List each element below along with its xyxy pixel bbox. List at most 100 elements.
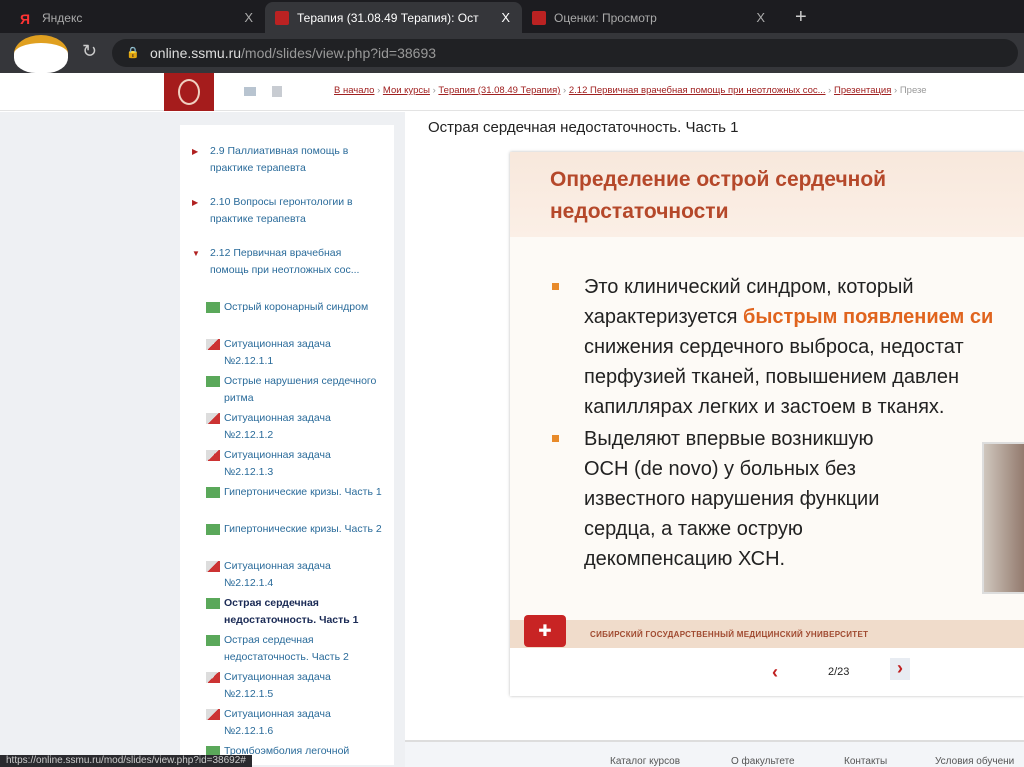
quiz-icon <box>206 709 220 720</box>
quiz-icon <box>206 561 220 572</box>
sidebar-item-label: Ситуационная задача №2.12.1.6 <box>224 708 331 737</box>
caret-down-icon[interactable]: ▼ <box>192 245 200 262</box>
tab-grades[interactable]: Оценки: Просмотр X <box>522 2 777 33</box>
site-icon <box>532 10 546 25</box>
sidebar-item-label: 2.10 Вопросы геронтологии в практике тер… <box>210 196 353 225</box>
calendar-icon[interactable] <box>272 86 282 97</box>
sidebar-item[interactable]: Острая сердечная недостаточность. Часть … <box>192 632 382 666</box>
breadcrumb-link[interactable]: Презентация <box>834 85 891 96</box>
sidebar-item[interactable]: Острые нарушения сердечного ритма <box>192 373 382 407</box>
sidebar-item-label: Ситуационная задача №2.12.1.4 <box>224 560 331 589</box>
quiz-icon <box>206 450 220 461</box>
close-icon[interactable]: X <box>501 10 510 25</box>
sidebar-item[interactable]: Гипертонические кризы. Часть 1 <box>192 484 382 501</box>
new-tab-button[interactable]: + <box>785 2 817 33</box>
page-title: Острая сердечная недостаточность. Часть … <box>428 119 739 136</box>
prev-slide-button[interactable]: ‹ <box>772 662 778 683</box>
footer-link-catalog[interactable]: Каталог курсов <box>610 756 680 767</box>
mail-icon[interactable] <box>244 87 256 96</box>
breadcrumb-link[interactable]: 2.12 Первичная врачебная помощь при неот… <box>569 85 826 96</box>
url-host: online.ssmu.ru <box>150 45 242 61</box>
reload-icon[interactable]: ↻ <box>82 41 97 62</box>
sidebar-item-label: Острая сердечная недостаточность. Часть … <box>224 597 359 626</box>
slides-icon <box>206 487 220 498</box>
slide-text: известного нарушения функции <box>584 488 880 510</box>
slide-text-part: характеризуется <box>584 306 743 328</box>
breadcrumb-current: Презе <box>899 85 927 96</box>
slide-text: Выделяют впервые возникшую <box>584 428 874 450</box>
bullet-icon <box>552 435 559 442</box>
slide-heading: недостаточности <box>550 200 729 223</box>
slide-pager: ‹ 2/23 › <box>510 648 1024 696</box>
slides-icon <box>206 598 220 609</box>
close-icon[interactable]: X <box>756 10 765 25</box>
tab-bar: Я Яндекс X Терапия (31.08.49 Терапия): Ост… <box>0 0 1024 33</box>
footer-link-contacts[interactable]: Контакты <box>844 756 887 767</box>
slides-icon <box>206 524 220 535</box>
sidebar-item-label: Ситуационная задача №2.12.1.3 <box>224 449 331 478</box>
page: В начало › Мои курсы › Терапия (31.08.49… <box>0 73 1024 767</box>
sidebar-item[interactable]: Острый коронарный синдром <box>192 299 382 316</box>
sidebar-item-label: Гипертонические кризы. Часть 2 <box>224 523 382 535</box>
slide-highlight: перфузией тканей, повышением давлен <box>584 366 959 388</box>
slides-icon <box>206 302 220 313</box>
slides-icon <box>206 376 220 387</box>
sidebar-item[interactable]: ▼ 2.12 Первичная врачебная помощь при нео… <box>192 245 382 279</box>
quiz-icon <box>206 672 220 683</box>
sidebar-item[interactable]: Острая сердечная недостаточность. Часть … <box>192 595 382 629</box>
url-path: /mod/slides/view.php?id=38693 <box>241 45 437 61</box>
sidebar-item-label: Острые нарушения сердечного ритма <box>224 375 377 404</box>
caret-right-icon[interactable]: ▶ <box>192 143 198 160</box>
sidebar-item-label: 2.9 Паллиативная помощь в практике терап… <box>210 145 349 174</box>
tab-therapy[interactable]: Терапия (31.08.49 Терапия): Ост X <box>265 2 522 33</box>
slide-header: Определение острой сердечной недостаточно… <box>510 152 1024 237</box>
sidebar-item[interactable]: ▶ 2.10 Вопросы геронтологии в практике те… <box>192 194 382 228</box>
slide-footer: СИБИРСКИЙ ГОСУДАРСТВЕННЫЙ МЕДИЦИНСКИЙ УН… <box>510 620 1024 648</box>
footer-link-about[interactable]: О факультете <box>731 756 795 767</box>
address-bar: ↻ 🔒 online.ssmu.ru/mod/slides/view.php?id… <box>0 33 1024 73</box>
quiz-icon <box>206 413 220 424</box>
breadcrumb-link[interactable]: В начало <box>334 85 374 96</box>
slide-highlight: снижения сердечного выброса, недостат <box>584 336 964 358</box>
sidebar-item[interactable]: Ситуационная задача №2.12.1.3 <box>192 447 382 481</box>
sidebar-item-label: Острая сердечная недостаточность. Часть … <box>224 634 349 663</box>
slide-text: декомпенсацию ХСН. <box>584 548 786 570</box>
footer-link-terms[interactable]: Условия обучени <box>935 756 1014 767</box>
caret-right-icon[interactable]: ▶ <box>192 194 198 211</box>
slide: Определение острой сердечной недостаточно… <box>510 152 1024 696</box>
site-header: В начало › Мои курсы › Терапия (31.08.49… <box>0 73 1024 111</box>
sidebar-item[interactable]: Ситуационная задача №2.12.1.5 <box>192 669 382 703</box>
slide-text: характеризуется быстрым появлением си <box>584 302 993 332</box>
close-icon[interactable]: X <box>244 10 253 25</box>
slide-highlight: быстрым появлением си <box>742 306 994 328</box>
avatar-icon[interactable] <box>14 35 68 73</box>
medical-kit-icon: ✚ <box>524 615 566 647</box>
sidebar-item[interactable]: Ситуационная задача №2.12.1.6 <box>192 706 382 740</box>
breadcrumb-link[interactable]: Терапия (31.08.49 Терапия) <box>438 85 560 96</box>
sidebar-item[interactable]: ▶ 2.9 Паллиативная помощь в практике тера… <box>192 143 382 177</box>
yandex-icon: Я <box>20 10 31 27</box>
slides-icon <box>206 635 220 646</box>
tab-yandex[interactable]: Я Яндекс X <box>10 2 265 33</box>
sidebar-item-label: Ситуационная задача №2.12.1.1 <box>224 338 331 367</box>
sidebar-item[interactable]: Ситуационная задача №2.12.1.4 <box>192 558 382 592</box>
tab-label: Яндекс <box>42 10 83 25</box>
sidebar-item[interactable]: Ситуационная задача №2.12.1.2 <box>192 410 382 444</box>
site-footer: Каталог курсов О факультете Контакты Усл… <box>405 740 1024 767</box>
next-slide-button[interactable]: › <box>890 658 910 680</box>
sidebar-item-label: 2.12 Первичная врачебная помощь при неот… <box>210 247 360 276</box>
tab-label: Терапия (31.08.49 Терапия): Ост <box>297 10 479 25</box>
sidebar-item[interactable]: Ситуационная задача №2.12.1.1 <box>192 336 382 370</box>
breadcrumb-link[interactable]: Мои курсы <box>383 85 430 96</box>
lock-icon: 🔒 <box>126 47 140 59</box>
status-bar-url: https://online.ssmu.ru/mod/slides/view.p… <box>0 755 252 767</box>
slide-text: Это клинический синдром, который <box>584 276 914 298</box>
slide-text: ОСН (de novo) у больных без <box>584 458 856 480</box>
sidebar-item-label: Гипертонические кризы. Часть 1 <box>224 486 382 498</box>
sidebar-item[interactable]: Гипертонические кризы. Часть 2 <box>192 521 382 538</box>
site-logo[interactable] <box>164 73 214 111</box>
url-input[interactable]: 🔒 online.ssmu.ru/mod/slides/view.php?id=3… <box>112 39 1018 67</box>
slide-highlight: капиллярах легких и застоем в тканях. <box>584 396 945 418</box>
slide-photo <box>982 442 1024 594</box>
slide-counter: 2/23 <box>828 666 850 678</box>
